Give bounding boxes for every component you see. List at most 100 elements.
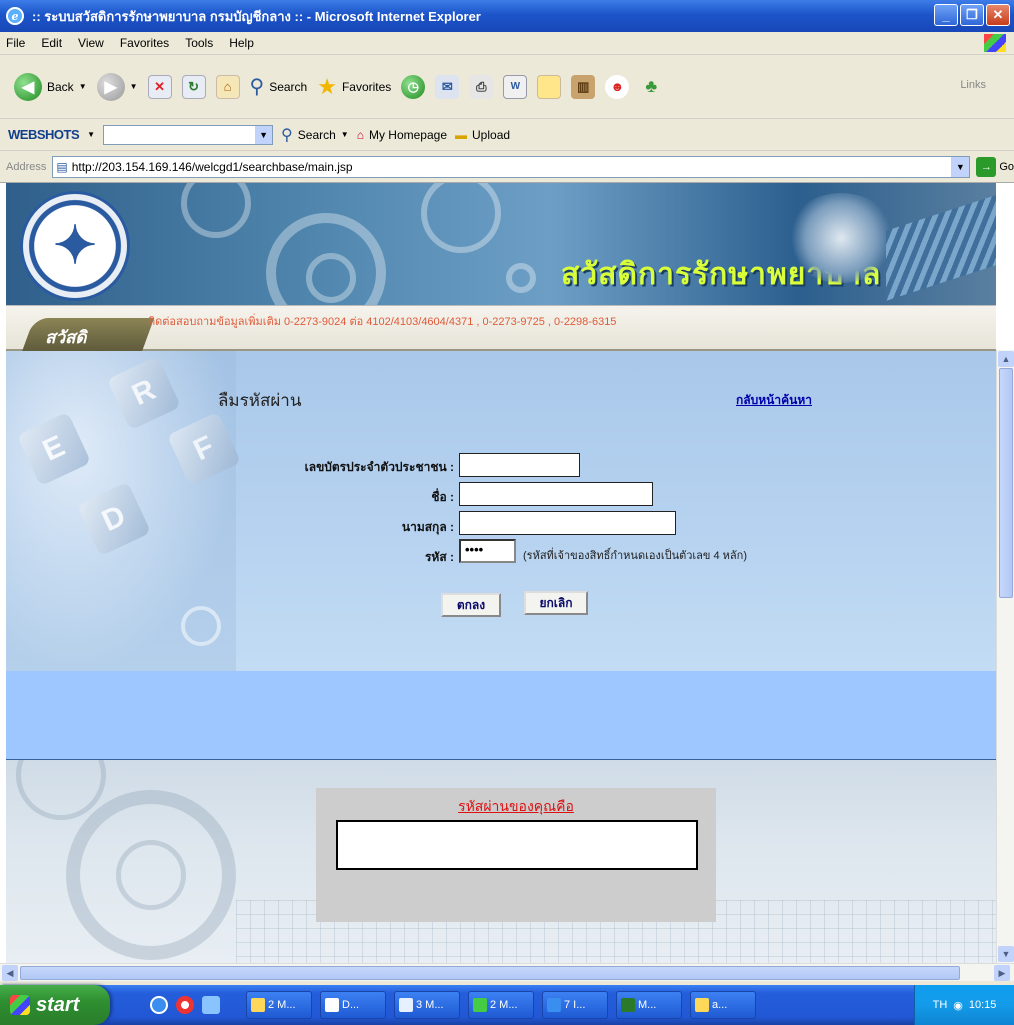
- menu-tools[interactable]: Tools: [185, 36, 213, 50]
- chevron-down-icon[interactable]: ▼: [951, 156, 970, 177]
- menu-view[interactable]: View: [78, 36, 104, 50]
- ie-quicklaunch-icon[interactable]: [150, 996, 168, 1014]
- search-label: Search: [269, 79, 308, 94]
- links-label[interactable]: Links: [960, 79, 986, 91]
- scroll-left-icon[interactable]: ◀: [2, 965, 18, 981]
- id-card-input[interactable]: [459, 453, 580, 477]
- webshots-search-button[interactable]: ⚲ Search ▼: [281, 125, 349, 145]
- go-arrow-icon: →: [976, 156, 997, 177]
- my-homepage-label: My Homepage: [368, 127, 448, 142]
- webshots-logo[interactable]: WEBSHOTS: [8, 127, 80, 142]
- quick-launch: [150, 996, 220, 1014]
- webshots-search-label: Search: [297, 127, 336, 142]
- contact-text: ติดต่อสอบถามข้อมูลเพิ่มเติม 0-2273-9024 …: [148, 316, 617, 328]
- msn-icon[interactable]: ♣: [639, 75, 663, 99]
- password-result-title: รหัสผ่านของคุณคือ: [458, 798, 574, 814]
- menu-favorites[interactable]: Favorites: [120, 36, 169, 50]
- windows-logo-icon: [984, 34, 1006, 52]
- address-bar: Address ▤ http://203.154.169.146/welcgd1…: [0, 151, 1014, 183]
- taskbar-item-5[interactable]: 7 I...: [542, 991, 608, 1019]
- vertical-scrollbar[interactable]: ▲ ▼: [996, 350, 1014, 963]
- folder-icon[interactable]: [537, 74, 562, 99]
- maximize-button[interactable]: ❐: [960, 4, 984, 26]
- ok-button[interactable]: ตกลง: [441, 593, 501, 617]
- search-icon: ⚲: [249, 76, 265, 98]
- go-button[interactable]: → Go: [976, 156, 1014, 177]
- home-icon[interactable]: ⌂: [215, 74, 240, 99]
- menu-file[interactable]: File: [6, 36, 25, 50]
- upload-icon: ▬: [455, 127, 468, 142]
- edit-icon[interactable]: W: [503, 74, 528, 99]
- home-icon: ⌂: [356, 127, 364, 142]
- upload-button[interactable]: ▬ Upload: [455, 128, 510, 142]
- desktop-quicklaunch-icon[interactable]: [202, 996, 220, 1014]
- menu-bar: File Edit View Favorites Tools Help: [0, 32, 1014, 55]
- horizontal-scroll-thumb[interactable]: [20, 966, 960, 980]
- start-label: start: [36, 993, 80, 1016]
- address-input[interactable]: ▤ http://203.154.169.146/welcgd1/searchb…: [52, 155, 971, 178]
- department-logo: ✦: [20, 191, 130, 301]
- back-label: Back: [47, 79, 74, 94]
- address-url: http://203.154.169.146/welcgd1/searchbas…: [71, 159, 353, 174]
- surname-label: นามสกุล :: [401, 520, 454, 534]
- back-arrow-icon: ◀: [14, 72, 42, 101]
- taskbar-item-1[interactable]: 2 M...: [246, 991, 312, 1019]
- menu-edit[interactable]: Edit: [41, 36, 62, 50]
- system-tray: TH ◉ 10:15: [914, 985, 1014, 1025]
- taskbar-item-3[interactable]: 3 M...: [394, 991, 460, 1019]
- stop-icon[interactable]: ✕: [147, 74, 172, 99]
- screen: e :: ระบบสวัสดิการรักษาพยาบาล กรมบัญชีกล…: [0, 0, 1014, 1025]
- name-label: ชื่อ :: [431, 490, 454, 504]
- start-button[interactable]: start: [0, 985, 110, 1025]
- back-button[interactable]: ◀ Back ▼: [14, 72, 87, 101]
- forward-button[interactable]: ▶ ▼: [96, 72, 138, 101]
- scroll-down-icon[interactable]: ▼: [998, 946, 1014, 962]
- history-icon[interactable]: ◷: [401, 74, 426, 99]
- vertical-scroll-thumb[interactable]: [999, 368, 1013, 598]
- language-indicator[interactable]: TH: [933, 999, 948, 1011]
- address-label: Address: [6, 160, 47, 173]
- film-strip-graphic: [886, 195, 996, 301]
- upload-label: Upload: [472, 127, 511, 142]
- messenger-icon[interactable]: ☻: [605, 74, 630, 99]
- taskbar-item-6[interactable]: M...: [616, 991, 682, 1019]
- search-button[interactable]: ⚲ Search: [250, 74, 308, 99]
- webshots-search-input[interactable]: ▼: [103, 124, 274, 145]
- taskbar-item-4[interactable]: 2 M...: [468, 991, 534, 1019]
- surname-input[interactable]: [459, 511, 676, 535]
- chevron-down-icon[interactable]: ▼: [255, 125, 273, 144]
- horizontal-scrollbar[interactable]: ◀ ▶: [0, 963, 1014, 981]
- name-input[interactable]: [459, 482, 653, 506]
- back-to-search-link[interactable]: กลับหน้าค้นหา: [736, 391, 812, 410]
- mail-icon[interactable]: ✉: [435, 74, 460, 99]
- close-button[interactable]: ✕: [986, 4, 1010, 26]
- taskbar-item-7[interactable]: a...: [690, 991, 756, 1019]
- network-icon[interactable]: ◉: [953, 999, 963, 1012]
- ie-icon: e: [6, 7, 24, 25]
- go-label: Go: [999, 160, 1014, 173]
- cancel-button[interactable]: ยกเลิก: [524, 591, 588, 615]
- menu-help[interactable]: Help: [229, 36, 254, 50]
- refresh-icon[interactable]: ↻: [181, 74, 206, 99]
- print-icon[interactable]: ⎙: [469, 74, 494, 99]
- windows-logo-icon: [10, 995, 30, 1015]
- favorites-button[interactable]: ★ Favorites: [317, 74, 391, 100]
- star-icon: ★: [317, 73, 337, 99]
- clock: 10:15: [968, 999, 997, 1011]
- password-result-box: รหัสผ่านของคุณคือ: [316, 788, 716, 922]
- menu-tab-label: สวัสดิ: [45, 328, 87, 347]
- minimize-button[interactable]: _: [934, 4, 958, 26]
- title-bar: e :: ระบบสวัสดิการรักษาพยาบาล กรมบัญชีกล…: [0, 0, 1014, 32]
- divider-band: [6, 671, 996, 759]
- menu-tab[interactable]: สวัสดิ: [21, 318, 155, 352]
- scroll-up-icon[interactable]: ▲: [998, 351, 1014, 367]
- webshots-dropdown-icon[interactable]: ▼: [87, 130, 95, 139]
- taskbar-item-2[interactable]: D...: [320, 991, 386, 1019]
- my-homepage-button[interactable]: ⌂ My Homepage: [357, 128, 447, 142]
- scroll-right-icon[interactable]: ▶: [994, 965, 1010, 981]
- favorites-label: Favorites: [341, 79, 392, 94]
- result-section: รหัสผ่านของคุณคือ: [6, 759, 996, 963]
- code-input[interactable]: ••••: [459, 539, 516, 563]
- research-icon[interactable]: ▥: [571, 74, 596, 99]
- media-quicklaunch-icon[interactable]: [176, 996, 194, 1014]
